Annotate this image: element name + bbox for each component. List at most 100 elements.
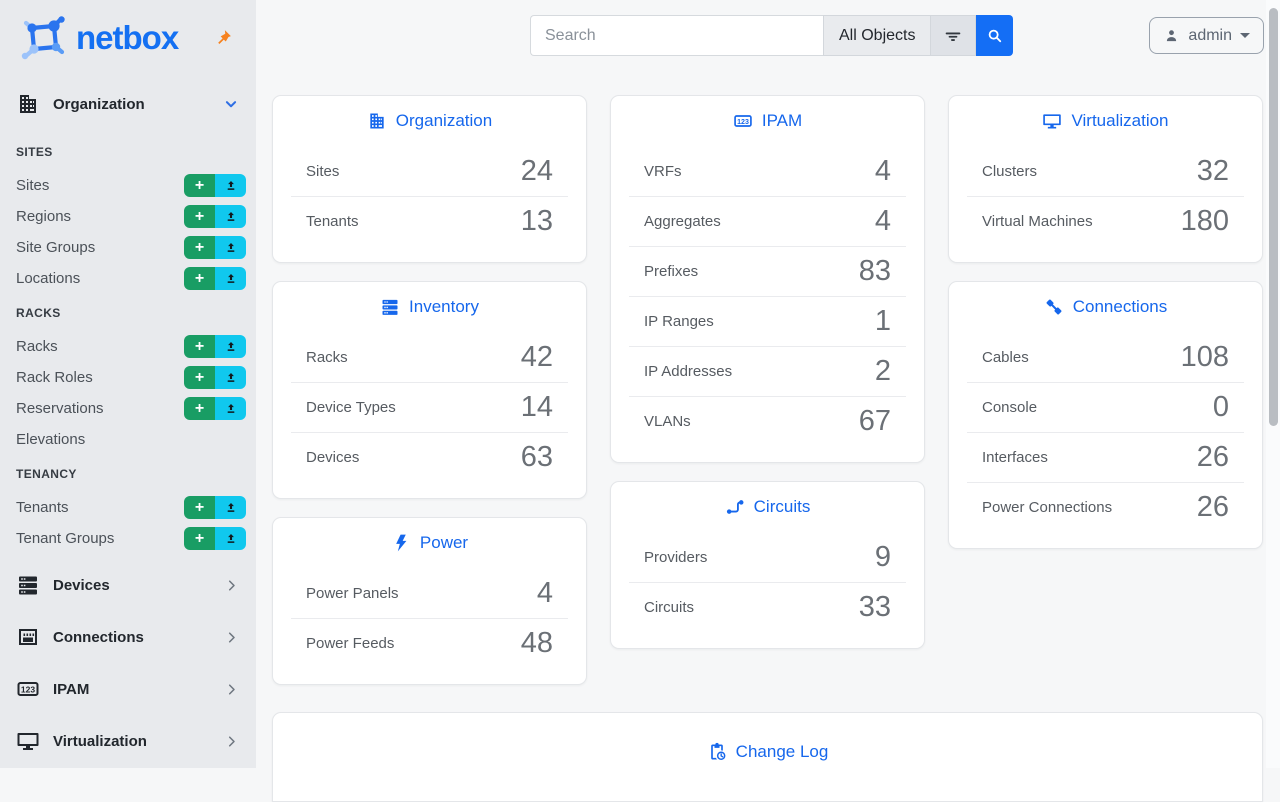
sidebar-item-sites[interactable]: Sites +	[0, 170, 256, 201]
sidebar-item-elevations[interactable]: Elevations	[0, 424, 256, 455]
stat-row: IP Ranges 1	[629, 296, 906, 346]
import-button[interactable]	[215, 335, 246, 358]
sidebar-item-organization[interactable]: Organization	[0, 90, 256, 118]
stat-label[interactable]: Aggregates	[644, 213, 721, 230]
pin-icon[interactable]	[214, 29, 232, 47]
stat-value[interactable]: 42	[521, 343, 553, 372]
search-button[interactable]	[976, 15, 1013, 56]
add-button[interactable]: +	[184, 366, 215, 389]
stat-row: Virtual Machines 180	[967, 196, 1244, 246]
filter-button[interactable]	[931, 15, 976, 56]
card-title-organization[interactable]: Organization	[291, 96, 568, 146]
stat-label[interactable]: Cables	[982, 349, 1029, 366]
stat-label[interactable]: Circuits	[644, 599, 694, 616]
stat-label[interactable]: Sites	[306, 163, 339, 180]
add-button[interactable]: +	[184, 335, 215, 358]
stat-label[interactable]: Clusters	[982, 163, 1037, 180]
user-menu-button[interactable]: admin	[1149, 17, 1264, 54]
stat-value[interactable]: 4	[875, 207, 891, 236]
stat-label[interactable]: Devices	[306, 449, 359, 466]
sidebar-item-connections[interactable]: Connections	[0, 611, 256, 663]
import-button[interactable]	[215, 236, 246, 259]
scrollbar-track	[1266, 0, 1280, 768]
sidebar-item-racks[interactable]: Racks +	[0, 331, 256, 362]
stat-value[interactable]: 14	[521, 393, 553, 422]
stat-value[interactable]: 33	[859, 593, 891, 622]
card-title-virtualization[interactable]: Virtualization	[967, 96, 1244, 146]
rack-icon	[16, 573, 40, 597]
stat-value[interactable]: 67	[859, 407, 891, 436]
stat-value[interactable]: 48	[521, 629, 553, 658]
stat-label[interactable]: Tenants	[306, 213, 359, 230]
import-button[interactable]	[215, 496, 246, 519]
stat-value[interactable]: 180	[1181, 207, 1229, 236]
stat-value[interactable]: 9	[875, 543, 891, 572]
add-button[interactable]: +	[184, 267, 215, 290]
import-button[interactable]	[215, 267, 246, 290]
add-button[interactable]: +	[184, 527, 215, 550]
caret-down-icon	[1240, 33, 1250, 38]
stat-value[interactable]: 24	[521, 157, 553, 186]
add-button[interactable]: +	[184, 205, 215, 228]
stat-label[interactable]: Power Connections	[982, 499, 1112, 516]
search-input[interactable]	[530, 15, 823, 56]
import-button[interactable]	[215, 205, 246, 228]
stat-value[interactable]: 0	[1213, 393, 1229, 422]
stat-label[interactable]: Providers	[644, 549, 707, 566]
add-button[interactable]: +	[184, 397, 215, 420]
sidebar-item-tenants[interactable]: Tenants +	[0, 492, 256, 523]
stat-label[interactable]: Virtual Machines	[982, 213, 1093, 230]
stat-value[interactable]: 26	[1197, 493, 1229, 522]
sidebar-item-reservations[interactable]: Reservations +	[0, 393, 256, 424]
stat-label[interactable]: Console	[982, 399, 1037, 416]
card-title-inventory[interactable]: Inventory	[291, 282, 568, 332]
card-title-circuits[interactable]: Circuits	[629, 482, 906, 532]
card-title-changelog[interactable]: Change Log	[273, 727, 1262, 777]
bolt-icon	[391, 533, 411, 553]
sidebar-item-virtualization[interactable]: Virtualization	[0, 715, 256, 767]
card-title-power[interactable]: Power	[291, 518, 568, 568]
stat-label[interactable]: IP Addresses	[644, 363, 732, 380]
stat-value[interactable]: 1	[875, 307, 891, 336]
stat-label[interactable]: Power Panels	[306, 585, 399, 602]
import-button[interactable]	[215, 174, 246, 197]
stat-label[interactable]: Prefixes	[644, 263, 698, 280]
card-title-connections[interactable]: Connections	[967, 282, 1244, 332]
stat-value[interactable]: 4	[537, 579, 553, 608]
stat-value[interactable]: 32	[1197, 157, 1229, 186]
sidebar-item-devices[interactable]: Devices	[0, 559, 256, 611]
netbox-logo[interactable]: netbox	[16, 12, 240, 64]
import-button[interactable]	[215, 527, 246, 550]
stat-label[interactable]: Device Types	[306, 399, 396, 416]
stat-label[interactable]: VLANs	[644, 413, 691, 430]
stat-value[interactable]: 26	[1197, 443, 1229, 472]
scrollbar-thumb[interactable]	[1269, 8, 1278, 426]
sidebar-item-tenant-groups[interactable]: Tenant Groups +	[0, 523, 256, 554]
card-title-ipam[interactable]: IPAM	[629, 96, 906, 146]
stat-value[interactable]: 4	[875, 157, 891, 186]
stat-label[interactable]: IP Ranges	[644, 313, 714, 330]
add-button[interactable]: +	[184, 496, 215, 519]
stat-label[interactable]: Interfaces	[982, 449, 1048, 466]
sidebar-item-regions[interactable]: Regions +	[0, 201, 256, 232]
stat-value[interactable]: 13	[521, 207, 553, 236]
add-button[interactable]: +	[184, 236, 215, 259]
add-button[interactable]: +	[184, 174, 215, 197]
dashboard-column-2: IPAM VRFs 4 Aggregates 4 Prefixes 83 IP …	[610, 95, 925, 667]
stat-label[interactable]: VRFs	[644, 163, 682, 180]
stat-label[interactable]: Power Feeds	[306, 635, 394, 652]
sidebar-item-site-groups[interactable]: Site Groups +	[0, 232, 256, 263]
import-button[interactable]	[215, 366, 246, 389]
stat-value[interactable]: 83	[859, 257, 891, 286]
sidebar-item-locations[interactable]: Locations +	[0, 263, 256, 294]
filter-icon	[942, 25, 964, 47]
sidebar-item-ipam[interactable]: IPAM	[0, 663, 256, 715]
stat-label[interactable]: Racks	[306, 349, 348, 366]
sidebar-item-rack-roles[interactable]: Rack Roles +	[0, 362, 256, 393]
import-button[interactable]	[215, 397, 246, 420]
stat-value[interactable]: 2	[875, 357, 891, 386]
stat-value[interactable]: 108	[1181, 343, 1229, 372]
search-scope-button[interactable]: All Objects	[823, 15, 931, 56]
stat-value[interactable]: 63	[521, 443, 553, 472]
stat-row: Tenants 13	[291, 196, 568, 246]
